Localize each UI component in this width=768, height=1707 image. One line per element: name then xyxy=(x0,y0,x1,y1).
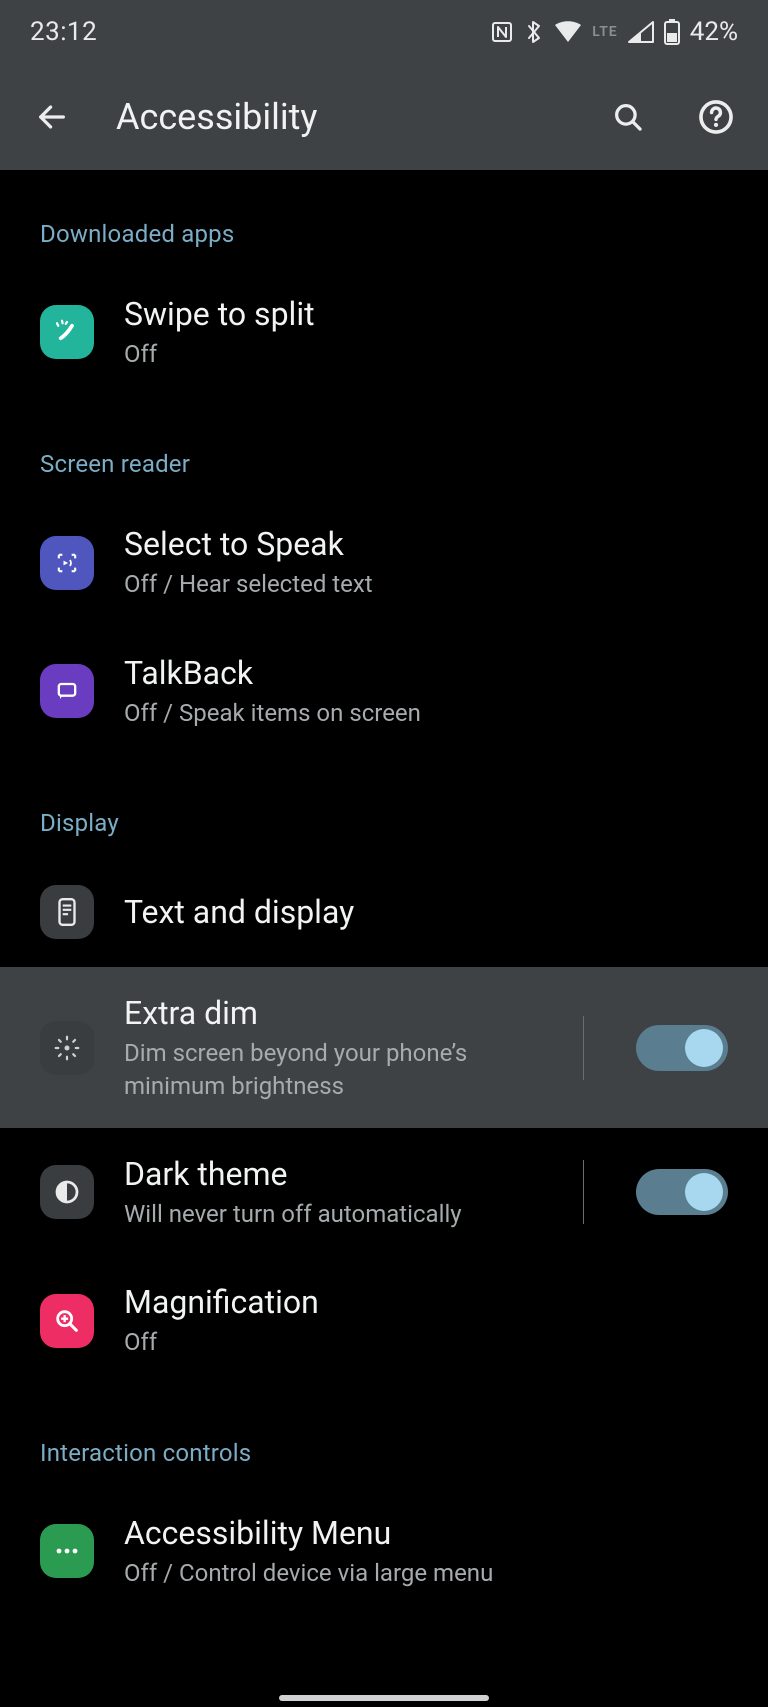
settings-list: Downloaded apps Swipe to split Off Scree… xyxy=(0,170,768,1615)
row-subtitle: Off / Speak items on screen xyxy=(124,697,718,729)
divider xyxy=(583,1016,584,1080)
search-icon xyxy=(611,100,645,134)
row-title: Extra dim xyxy=(124,993,539,1033)
row-subtitle: Off / Control device via large menu xyxy=(124,1557,718,1589)
back-button[interactable] xyxy=(28,93,76,141)
text-display-icon xyxy=(40,885,94,939)
accessibility-menu-icon xyxy=(40,1524,94,1578)
help-button[interactable] xyxy=(692,93,740,141)
search-button[interactable] xyxy=(604,93,652,141)
row-subtitle: Dim screen beyond your phone’s minimum b… xyxy=(124,1037,539,1102)
row-title: Swipe to split xyxy=(124,294,718,334)
section-header-interaction: Interaction controls xyxy=(0,1385,768,1487)
toggle-extra-dim[interactable] xyxy=(636,1025,728,1071)
section-header-display: Display xyxy=(0,755,768,857)
wifi-icon xyxy=(554,21,582,43)
extra-dim-icon xyxy=(40,1021,94,1075)
toggle-dark-theme[interactable] xyxy=(636,1169,728,1215)
row-title: Magnification xyxy=(124,1282,718,1322)
row-title: TalkBack xyxy=(124,653,718,693)
row-accessibility-menu[interactable]: Accessibility Menu Off / Control device … xyxy=(0,1487,768,1615)
dark-theme-icon xyxy=(40,1165,94,1219)
nfc-icon xyxy=(490,20,514,44)
row-swipe-to-split[interactable]: Swipe to split Off xyxy=(0,268,768,396)
status-bar: 23:12 LTE 42% xyxy=(0,0,768,64)
lte-label: LTE xyxy=(592,24,617,40)
signal-icon xyxy=(628,21,654,43)
talkback-icon xyxy=(40,664,94,718)
app-bar: Accessibility xyxy=(0,64,768,170)
help-icon xyxy=(697,98,735,136)
divider xyxy=(583,1160,584,1224)
row-dark-theme[interactable]: Dark theme Will never turn off automatic… xyxy=(0,1128,768,1256)
page-title: Accessibility xyxy=(116,96,564,138)
arrow-left-icon xyxy=(35,100,69,134)
row-subtitle: Will never turn off automatically xyxy=(124,1198,539,1230)
battery-icon xyxy=(664,19,680,45)
row-title: Select to Speak xyxy=(124,524,718,564)
battery-percent: 42% xyxy=(690,17,738,47)
select-to-speak-icon xyxy=(40,536,94,590)
section-header-downloaded: Downloaded apps xyxy=(0,170,768,268)
row-text-and-display[interactable]: Text and display xyxy=(0,857,768,967)
section-header-screen-reader: Screen reader xyxy=(0,396,768,498)
swipe-to-split-icon xyxy=(40,305,94,359)
row-title: Text and display xyxy=(124,892,718,932)
row-subtitle: Off xyxy=(124,338,718,370)
row-select-to-speak[interactable]: Select to Speak Off / Hear selected text xyxy=(0,498,768,626)
row-magnification[interactable]: Magnification Off xyxy=(0,1256,768,1384)
status-time: 23:12 xyxy=(30,17,97,47)
row-title: Dark theme xyxy=(124,1154,539,1194)
row-subtitle: Off / Hear selected text xyxy=(124,568,718,600)
row-extra-dim[interactable]: Extra dim Dim screen beyond your phone’s… xyxy=(0,967,768,1128)
status-icons: LTE 42% xyxy=(490,17,738,47)
row-subtitle: Off xyxy=(124,1326,718,1358)
row-title: Accessibility Menu xyxy=(124,1513,718,1553)
magnification-icon xyxy=(40,1294,94,1348)
row-talkback[interactable]: TalkBack Off / Speak items on screen xyxy=(0,627,768,755)
bluetooth-icon xyxy=(524,19,544,45)
gesture-nav-handle[interactable] xyxy=(279,1695,489,1701)
